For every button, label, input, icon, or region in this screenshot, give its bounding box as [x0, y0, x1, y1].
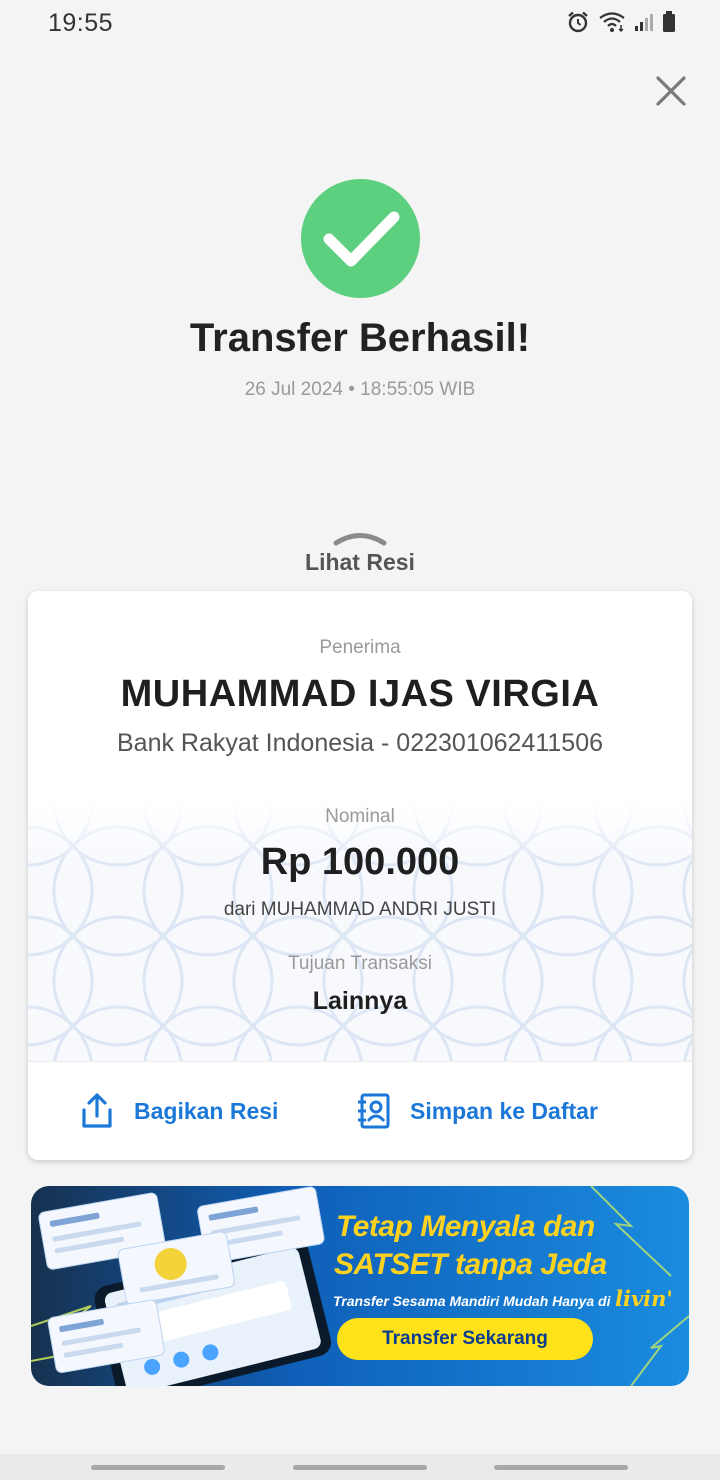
transfer-now-button[interactable]: Transfer Sekarang	[337, 1318, 593, 1360]
amount-label: Nominal	[325, 806, 395, 827]
nav-recents-handle[interactable]	[91, 1465, 225, 1470]
view-receipt-label: Lihat Resi	[305, 549, 415, 575]
status-bar: 19:55	[0, 0, 720, 46]
share-receipt-button[interactable]: Bagikan Resi	[78, 1091, 278, 1131]
signal-icon	[635, 14, 653, 31]
card-background-pattern	[28, 801, 692, 1061]
livin-logo: livin'	[615, 1286, 673, 1311]
transfer-amount: Rp 100.000	[260, 841, 460, 883]
contact-list-icon	[358, 1093, 390, 1129]
nav-home-handle[interactable]	[293, 1465, 427, 1470]
transaction-datetime: 26 Jul 2024 • 18:55:05 WIB	[244, 379, 476, 400]
system-nav-bar	[0, 1454, 720, 1480]
save-to-list-label: Simpan ke Daftar	[410, 1097, 598, 1124]
view-receipt-toggle[interactable]: Lihat Resi	[260, 526, 460, 581]
battery-icon	[663, 11, 675, 32]
card-divider	[28, 1061, 692, 1062]
status-icons	[566, 10, 676, 34]
banner-headline-line1: Tetap Menyala dan	[336, 1210, 595, 1243]
success-badge	[301, 179, 420, 298]
nav-back-handle[interactable]	[494, 1465, 628, 1470]
chevron-up-icon	[333, 533, 387, 546]
checkmark-icon	[323, 211, 400, 267]
recipient-bank-account: Bank Rakyat Indonesia - 022301062411506	[116, 729, 604, 757]
banner-subtitle: Transfer Sesama Mandiri Mudah Hanya di	[333, 1293, 611, 1309]
banner-headline-line2: SATSET tanpa Jeda	[334, 1248, 607, 1281]
page-title: Transfer Berhasil!	[189, 316, 531, 360]
sender-name: dari MUHAMMAD ANDRI JUSTI	[223, 899, 497, 920]
save-to-list-button[interactable]: Simpan ke Daftar	[356, 1091, 598, 1131]
share-icon	[82, 1093, 112, 1128]
wifi-icon	[599, 12, 625, 33]
close-icon	[656, 76, 686, 106]
recipient-name: MUHAMMAD IJAS VIRGIA	[120, 673, 600, 715]
promo-banner[interactable]: Tetap Menyala dan SATSET tanpa Jeda Tran…	[31, 1186, 689, 1386]
status-time: 19:55	[48, 9, 114, 37]
alarm-icon	[568, 11, 588, 33]
transaction-purpose: Lainnya	[312, 987, 408, 1015]
recipient-label: Penerima	[319, 637, 401, 658]
purpose-label: Tujuan Transaksi	[288, 953, 432, 974]
share-receipt-label: Bagikan Resi	[134, 1097, 279, 1124]
close-button[interactable]	[650, 70, 692, 112]
receipt-card: Penerima MUHAMMAD IJAS VIRGIA Bank Rakya…	[28, 591, 692, 1160]
